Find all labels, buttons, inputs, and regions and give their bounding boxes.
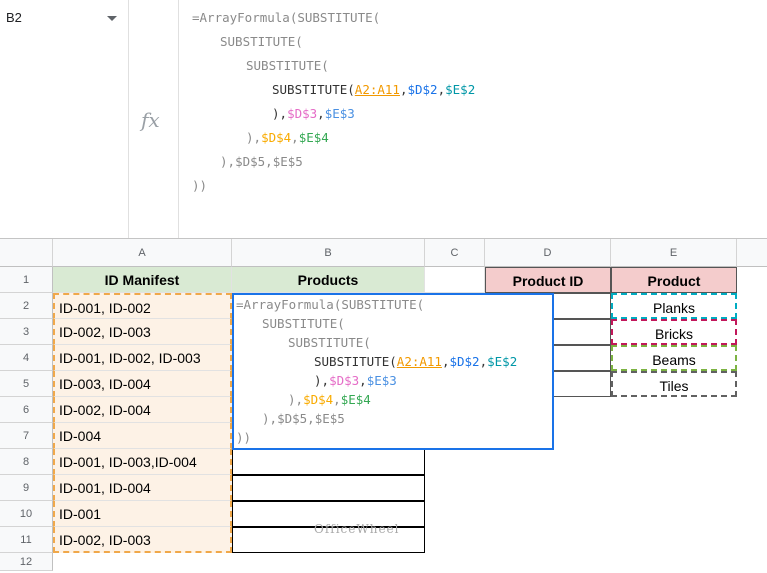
- row-header[interactable]: 11: [0, 527, 53, 553]
- formula-line-3: SUBSTITUTE(: [246, 58, 329, 73]
- row-header[interactable]: 1: [0, 267, 53, 293]
- product-cell[interactable]: Tiles: [611, 371, 737, 397]
- watermark-logo: OfficeWheel: [314, 522, 400, 536]
- products-cell[interactable]: [232, 449, 425, 475]
- cell[interactable]: [425, 267, 485, 293]
- formula-line-8: )): [192, 178, 208, 193]
- formula-line-6: ),$D$4,$E$4: [246, 130, 329, 145]
- select-all-corner[interactable]: [0, 239, 53, 267]
- column-header-e[interactable]: E: [611, 239, 737, 267]
- id-manifest-cell[interactable]: ID-002, ID-004: [53, 397, 232, 423]
- id-manifest-cell[interactable]: ID-001, ID-003,ID-004: [53, 449, 232, 475]
- row-header[interactable]: 9: [0, 475, 53, 501]
- id-manifest-cell[interactable]: ID-001: [53, 501, 232, 527]
- product-cell[interactable]: Beams: [611, 345, 737, 371]
- id-manifest-cell[interactable]: ID-001, ID-004: [53, 475, 232, 501]
- formula-line-5: ),$D$3,$E$3: [272, 106, 355, 121]
- id-manifest-cell[interactable]: ID-002, ID-003: [53, 319, 232, 345]
- row-header[interactable]: 6: [0, 397, 53, 423]
- editor-line-7: ),$D$5,$E$5: [262, 411, 345, 426]
- column-header-a[interactable]: A: [53, 239, 232, 267]
- row-header[interactable]: 3: [0, 319, 53, 345]
- products-cell[interactable]: [232, 475, 425, 501]
- cell-edit-popup[interactable]: =ArrayFormula(SUBSTITUTE( SUBSTITUTE( SU…: [232, 293, 554, 450]
- row-header[interactable]: 7: [0, 423, 53, 449]
- row-header[interactable]: 4: [0, 345, 53, 371]
- id-manifest-cell[interactable]: ID-002, ID-003: [53, 527, 232, 553]
- fx-icon: fx: [141, 108, 160, 132]
- product-cell[interactable]: Bricks: [611, 319, 737, 345]
- editor-line-3: SUBSTITUTE(: [288, 335, 371, 350]
- column-header-c[interactable]: C: [425, 239, 485, 267]
- column-header-b[interactable]: B: [232, 239, 425, 267]
- row-header[interactable]: 5: [0, 371, 53, 397]
- column-header-d[interactable]: D: [485, 239, 611, 267]
- header-product-id[interactable]: Product ID: [485, 267, 611, 293]
- id-manifest-cell[interactable]: ID-004: [53, 423, 232, 449]
- cell-reference: B2: [6, 10, 22, 25]
- chevron-down-icon[interactable]: [107, 16, 117, 21]
- editor-line-1: =ArrayFormula(SUBSTITUTE(: [236, 297, 425, 312]
- id-manifest-cell[interactable]: ID-003, ID-004: [53, 371, 232, 397]
- name-box[interactable]: B2: [0, 0, 129, 238]
- formula-bar[interactable]: =ArrayFormula(SUBSTITUTE( SUBSTITUTE( SU…: [192, 6, 475, 198]
- column-header-blank: [737, 239, 767, 267]
- editor-line-5: ),$D$3,$E$3: [314, 373, 397, 388]
- fx-label-column: fx: [129, 0, 179, 238]
- formula-line-1: =ArrayFormula(SUBSTITUTE(: [192, 10, 381, 25]
- editor-line-4: SUBSTITUTE(A2:A11,$D$2,$E$2: [314, 354, 518, 369]
- row-header[interactable]: 2: [0, 293, 53, 319]
- row-header[interactable]: 10: [0, 501, 53, 527]
- id-manifest-cell[interactable]: ID-001, ID-002, ID-003: [53, 345, 232, 371]
- row-header[interactable]: 8: [0, 449, 53, 475]
- header-products[interactable]: Products: [232, 267, 425, 293]
- header-id-manifest[interactable]: ID Manifest: [53, 267, 232, 293]
- editor-line-8: )): [236, 430, 252, 445]
- editor-line-6: ),$D$4,$E$4: [288, 392, 371, 407]
- editor-line-2: SUBSTITUTE(: [262, 316, 345, 331]
- formula-line-2: SUBSTITUTE(: [220, 34, 303, 49]
- row-header[interactable]: 12: [0, 553, 53, 571]
- product-cell[interactable]: Planks: [611, 293, 737, 319]
- formula-line-7: ),$D$5,$E$5: [220, 154, 303, 169]
- id-manifest-cell[interactable]: ID-001, ID-002: [53, 293, 232, 319]
- formula-line-4: SUBSTITUTE(A2:A11,$D$2,$E$2: [272, 82, 476, 97]
- header-product[interactable]: Product: [611, 267, 737, 293]
